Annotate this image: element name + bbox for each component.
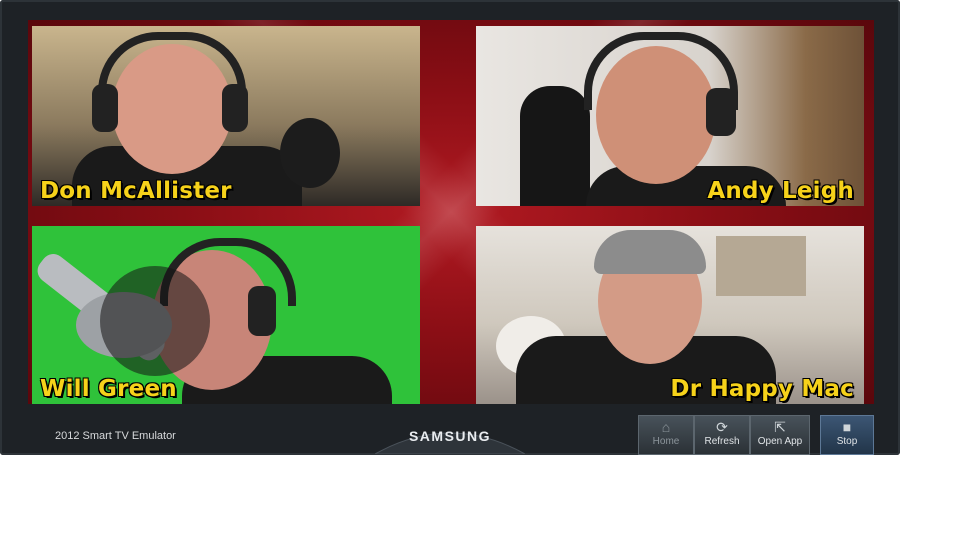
video-tile-top-right: Andy Leigh (476, 26, 864, 206)
refresh-label: Refresh (704, 436, 740, 447)
stop-icon: ■ (842, 419, 852, 435)
participant-name: Don McAllister (40, 178, 232, 204)
open-app-button[interactable]: ⇱ Open App (750, 415, 810, 455)
open-app-icon: ⇱ (774, 419, 786, 435)
tv-frame: Don McAllister Andy Leigh Will Green Dr … (0, 0, 900, 455)
stop-button[interactable]: ■ Stop (820, 415, 874, 455)
emulator-label: 2012 Smart TV Emulator (55, 430, 176, 442)
open-app-label: Open App (757, 436, 803, 447)
samsung-logo: SAMSUNG (373, 418, 527, 455)
participant-name: Andy Leigh (707, 178, 854, 204)
brand-label: SAMSUNG (408, 428, 492, 444)
video-grid: Don McAllister Andy Leigh Will Green Dr … (28, 20, 874, 404)
stop-label: Stop (836, 436, 858, 447)
home-button[interactable]: ⌂ Home (638, 415, 694, 455)
participant-name: Will Green (40, 376, 177, 402)
refresh-button[interactable]: ⟳ Refresh (694, 415, 750, 455)
video-tile-bottom-left: Will Green (32, 226, 420, 404)
home-label: Home (652, 436, 680, 447)
refresh-icon: ⟳ (716, 419, 728, 435)
video-tile-top-left: Don McAllister (32, 26, 420, 206)
home-icon: ⌂ (661, 419, 671, 435)
emulator-toolbar: ⌂ Home ⟳ Refresh ⇱ Open App ■ Stop (638, 415, 874, 455)
video-tile-bottom-right: Dr Happy Mac (476, 226, 864, 404)
participant-name: Dr Happy Mac (670, 376, 854, 402)
